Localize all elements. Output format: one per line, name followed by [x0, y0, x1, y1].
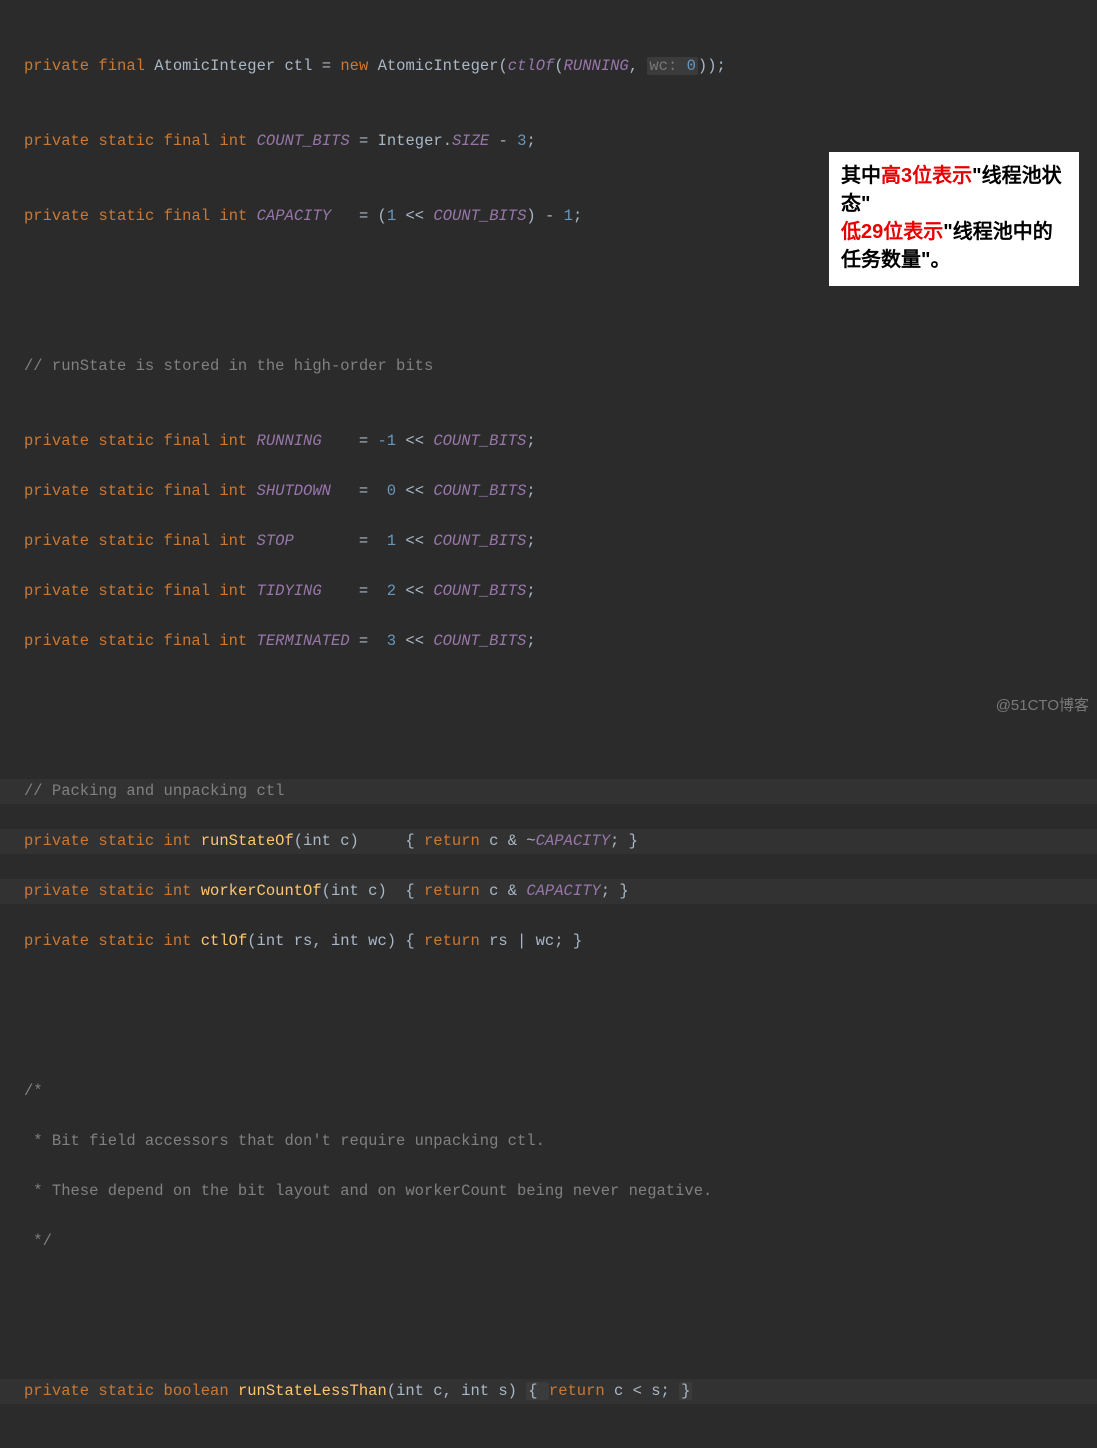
comment-line: // Packing and unpacking ctl	[0, 779, 1097, 804]
code-line: private static final int COUNT_BITS = In…	[0, 129, 1097, 154]
code-line: private static final int RUNNING = -1 <<…	[0, 429, 1097, 454]
comment-line: * These depend on the bit layout and on …	[0, 1179, 1097, 1204]
annotation-box: 其中高3位表示"线程池状态" 低29位表示"线程池中的任务数量"。	[829, 152, 1079, 286]
code-line: private static int runStateOf(int c) { r…	[0, 829, 1097, 854]
blank-line	[0, 1304, 1097, 1329]
annotation-highlight: 高3位表示	[881, 165, 972, 187]
blank-line	[0, 1004, 1097, 1029]
code-line: private static final int STOP = 1 << COU…	[0, 529, 1097, 554]
comment-line: // runState is stored in the high-order …	[0, 354, 1097, 379]
annotation-text: 其中	[841, 165, 881, 187]
comment-line: * Bit field accessors that don't require…	[0, 1129, 1097, 1154]
code-line: private static int ctlOf(int rs, int wc)…	[0, 929, 1097, 954]
comment-line: /*	[0, 1079, 1097, 1104]
code-line: private static final int TIDYING = 2 << …	[0, 579, 1097, 604]
comment-line: */	[0, 1229, 1097, 1254]
blank-line	[0, 704, 1097, 729]
code-line: private static final int SHUTDOWN = 0 <<…	[0, 479, 1097, 504]
code-line: private static final int TERMINATED = 3 …	[0, 629, 1097, 654]
code-line: private static int workerCountOf(int c) …	[0, 879, 1097, 904]
code-line: private static boolean runStateLessThan(…	[0, 1379, 1097, 1404]
code-line: private final AtomicInteger ctl = new At…	[0, 54, 1097, 79]
watermark: @51CTO博客	[996, 693, 1089, 718]
annotation-highlight: 低29位表示	[841, 221, 943, 243]
